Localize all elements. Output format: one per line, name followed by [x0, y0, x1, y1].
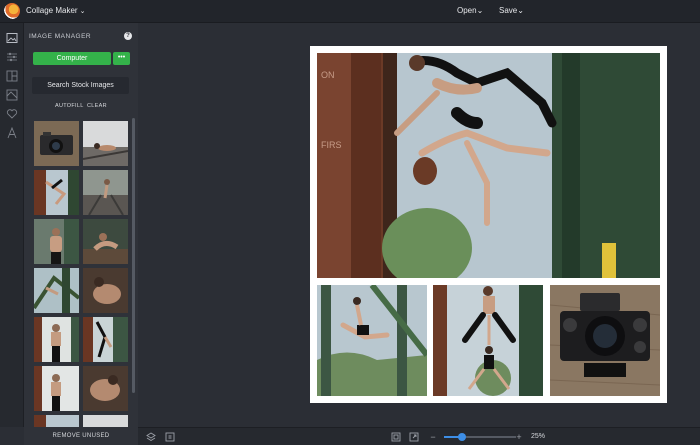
thumbnail-image[interactable] — [34, 170, 79, 215]
collage-cell-main[interactable]: ON FIRS — [317, 53, 660, 278]
app-title-menu[interactable]: Collage Maker ⌄ — [26, 6, 85, 15]
collage-cell-bottom-middle[interactable] — [433, 285, 543, 396]
image-icon[interactable] — [6, 32, 18, 44]
layers-icon[interactable] — [146, 432, 156, 442]
chevron-down-icon: ⌄ — [79, 8, 86, 15]
thumbnail-grid — [34, 121, 128, 427]
image-manager-panel: IMAGE MANAGER ? Computer ••• Search Stoc… — [24, 23, 138, 427]
upload-computer-button[interactable]: Computer — [33, 52, 111, 65]
help-icon[interactable]: ? — [124, 32, 132, 40]
collage-cell-bottom-left[interactable] — [317, 285, 427, 396]
thumbnail-image[interactable] — [34, 268, 81, 313]
expand-icon[interactable] — [409, 432, 419, 442]
zoom-slider[interactable] — [444, 433, 516, 441]
thumbnail-image[interactable] — [83, 170, 128, 216]
chevron-down-icon: ⌄ — [476, 6, 484, 15]
layout-icon[interactable] — [6, 70, 18, 82]
thumbnail-image[interactable] — [34, 317, 79, 362]
app-title-label: Collage Maker — [26, 6, 78, 15]
thumbnail-scrollbar[interactable] — [132, 118, 135, 393]
thumbnail-image[interactable] — [34, 121, 79, 166]
chevron-down-icon: ⌄ — [517, 6, 524, 15]
svg-text:FIRS: FIRS — [321, 140, 342, 150]
workspace: ON FIRS — [138, 23, 700, 427]
zoom-out-button[interactable]: − — [428, 432, 438, 442]
thumbnail-image[interactable] — [83, 268, 128, 313]
more-sources-button[interactable]: ••• — [113, 52, 130, 65]
thumbnail-image[interactable] — [34, 415, 79, 427]
bottom-toolbar: − + 25% — [138, 427, 700, 445]
sliders-icon[interactable] — [6, 51, 18, 63]
heart-icon[interactable] — [6, 108, 18, 120]
clear-link[interactable]: CLEAR — [87, 103, 107, 109]
panel-title: IMAGE MANAGER — [29, 33, 92, 40]
remove-unused-button[interactable]: REMOVE UNUSED — [24, 427, 138, 445]
text-icon[interactable] — [6, 126, 18, 139]
autofill-link[interactable]: AUTOFILL — [55, 103, 84, 109]
collage-canvas[interactable]: ON FIRS — [310, 46, 667, 403]
thumbnail-image[interactable] — [83, 415, 128, 427]
tool-rail — [0, 23, 24, 427]
zoom-level: 25% — [531, 433, 546, 440]
save-menu-label: Save — [499, 6, 518, 15]
fit-screen-icon[interactable] — [391, 432, 401, 442]
zoom-slider-handle[interactable] — [458, 433, 466, 441]
thumbnail-image[interactable] — [83, 366, 128, 411]
search-stock-images-button[interactable]: Search Stock Images — [32, 77, 129, 94]
app-logo[interactable] — [4, 3, 20, 19]
background-icon[interactable] — [6, 89, 18, 101]
top-bar: Collage Maker ⌄ Open⌄ Save⌄ — [0, 0, 700, 23]
zoom-in-button[interactable]: + — [514, 432, 524, 442]
thumbnail-image[interactable] — [82, 121, 128, 166]
collage-cell-bottom-right[interactable] — [550, 285, 660, 396]
open-menu[interactable]: Open⌄ — [457, 6, 483, 15]
grid-icon[interactable] — [165, 432, 175, 442]
thumbnail-image[interactable] — [34, 366, 79, 411]
thumbnail-image[interactable] — [83, 317, 128, 362]
thumbnail-image[interactable] — [83, 219, 128, 264]
svg-text:ON: ON — [321, 70, 335, 80]
open-menu-label: Open — [457, 6, 477, 15]
thumbnail-image[interactable] — [34, 219, 79, 264]
save-menu[interactable]: Save⌄ — [499, 6, 524, 15]
